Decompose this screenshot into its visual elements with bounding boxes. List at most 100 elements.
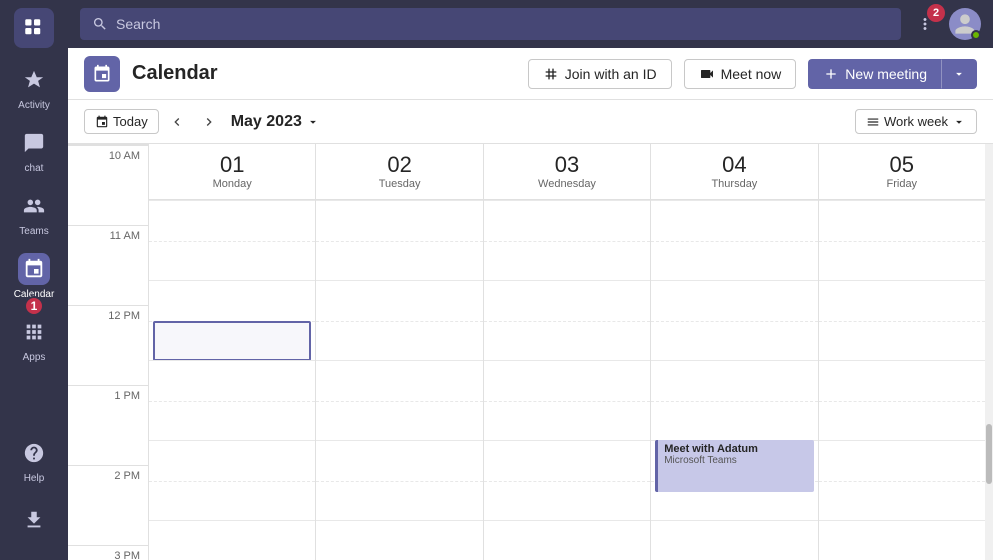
hour-row[interactable] [149, 360, 315, 440]
grid-icon [24, 18, 44, 38]
calendar-icon [92, 64, 112, 84]
new-meeting-dropdown[interactable] [941, 59, 977, 89]
scrollbar-track[interactable] [985, 144, 993, 560]
day-column-thu[interactable]: Meet with Adatum Microsoft Teams [650, 200, 817, 560]
top-bar-actions: 2 [909, 8, 981, 40]
calendar-grid: 10 AM 11 AM 12 PM 1 PM 2 PM 3 PM 01 Mond… [68, 144, 993, 560]
day-num-fri: 05 [890, 154, 914, 176]
sidebar-item-teams[interactable]: Teams [0, 182, 68, 245]
time-slot-10am: 10 AM [68, 145, 148, 225]
event-subtitle: Microsoft Teams [664, 455, 807, 466]
view-selector[interactable]: Work week [855, 109, 977, 134]
day-columns: Meet with Adatum Microsoft Teams [148, 200, 985, 560]
join-with-id-button[interactable]: Join with an ID [528, 59, 672, 89]
download-icon [18, 504, 50, 536]
sidebar-apps-label: Apps [23, 352, 46, 363]
day-columns-scroll[interactable]: Meet with Adatum Microsoft Teams [148, 200, 985, 560]
date-nav-bar: Today May 2023 Work week [68, 100, 993, 144]
sidebar-item-chat[interactable]: chat [0, 119, 68, 182]
chevron-left-icon [169, 114, 185, 130]
day-column-tue[interactable] [315, 200, 482, 560]
sidebar-item-help[interactable]: Help [14, 429, 54, 492]
sidebar-teams-label: Teams [19, 226, 48, 237]
meet-now-button[interactable]: Meet now [684, 59, 797, 89]
day-header-fri: 05 Friday [818, 144, 985, 199]
day-name-mon: Monday [213, 178, 252, 190]
calendar-nav-icon [18, 253, 50, 285]
calendar-header: Calendar Join with an ID Meet now New me… [68, 48, 993, 100]
dropdown-chevron-icon [306, 115, 320, 129]
sidebar-bottom: Help [14, 429, 54, 552]
day-header-mon: 01 Monday [148, 144, 315, 199]
avatar-container[interactable] [949, 8, 981, 40]
hash-icon [543, 66, 559, 82]
chevron-right-icon [201, 114, 217, 130]
sidebar-item-calendar[interactable]: Calendar 1 [0, 245, 68, 308]
event-title: Meet with Adatum [664, 443, 807, 455]
event-meet-adatum[interactable]: Meet with Adatum Microsoft Teams [655, 440, 813, 492]
new-meeting-group: New meeting [808, 59, 977, 89]
apps-icon [18, 316, 50, 348]
time-slot-2pm: 2 PM [68, 465, 148, 545]
notification-badge: 2 [927, 4, 945, 22]
view-icon [866, 115, 880, 129]
day-num-tue: 02 [387, 154, 411, 176]
more-options-button[interactable]: 2 [909, 8, 941, 40]
month-year-label[interactable]: May 2023 [231, 113, 320, 131]
sidebar-item-download[interactable] [14, 496, 54, 544]
day-header-tue: 02 Tuesday [315, 144, 482, 199]
day-column-wed[interactable] [483, 200, 650, 560]
sidebar-activity-label: Activity [18, 100, 50, 111]
sidebar-chat-label: chat [25, 163, 44, 174]
top-bar: Search 2 [68, 0, 993, 48]
calendar-body: 01 Monday 02 Tuesday 03 Wednesday 04 Thu… [148, 144, 985, 560]
hour-row[interactable] [149, 280, 315, 360]
new-meeting-button[interactable]: New meeting [808, 59, 941, 89]
teams-icon [18, 190, 50, 222]
sidebar: Activity chat Teams Calendar 1 App [0, 0, 68, 560]
today-button[interactable]: Today [84, 109, 159, 134]
plus-icon [823, 66, 839, 82]
sidebar-item-apps[interactable]: Apps [0, 308, 68, 371]
chevron-down-icon [952, 67, 966, 81]
time-selection [153, 321, 311, 361]
activity-icon [18, 64, 50, 96]
search-box[interactable]: Search [80, 8, 901, 40]
day-num-mon: 01 [220, 154, 244, 176]
day-column-fri[interactable] [818, 200, 985, 560]
meet-now-label: Meet now [721, 66, 782, 82]
main-content: Search 2 Calendar [68, 0, 993, 560]
day-name-thu: Thursday [711, 178, 757, 190]
new-meeting-label: New meeting [845, 66, 927, 82]
time-slot-1pm: 1 PM [68, 385, 148, 465]
day-column-mon[interactable] [148, 200, 315, 560]
day-header-wed: 03 Wednesday [483, 144, 650, 199]
sidebar-help-label: Help [24, 473, 45, 484]
day-num-thu: 04 [722, 154, 746, 176]
day-name-wed: Wednesday [538, 178, 596, 190]
time-slot-11am: 11 AM [68, 225, 148, 305]
day-name-fri: Friday [887, 178, 918, 190]
search-icon [92, 16, 108, 32]
day-name-tue: Tuesday [379, 178, 421, 190]
time-slot-12pm: 12 PM [68, 305, 148, 385]
time-slot-3pm: 3 PM [68, 545, 148, 560]
apps-grid-button[interactable] [14, 8, 54, 48]
prev-week-button[interactable] [163, 108, 191, 136]
today-label: Today [113, 114, 148, 129]
scrollbar-thumb[interactable] [986, 424, 992, 484]
avatar-status [971, 30, 981, 40]
join-id-label: Join with an ID [565, 66, 657, 82]
hour-row[interactable] [149, 200, 315, 280]
help-icon [18, 437, 50, 469]
time-gutter: 10 AM 11 AM 12 PM 1 PM 2 PM 3 PM [68, 145, 148, 560]
hour-row[interactable] [149, 440, 315, 520]
page-title: Calendar [132, 62, 218, 85]
hour-row[interactable] [149, 520, 315, 560]
sidebar-item-activity[interactable]: Activity [0, 56, 68, 119]
chat-icon [18, 127, 50, 159]
view-dropdown-icon [952, 115, 966, 129]
today-icon [95, 115, 109, 129]
next-week-button[interactable] [195, 108, 223, 136]
day-num-wed: 03 [555, 154, 579, 176]
